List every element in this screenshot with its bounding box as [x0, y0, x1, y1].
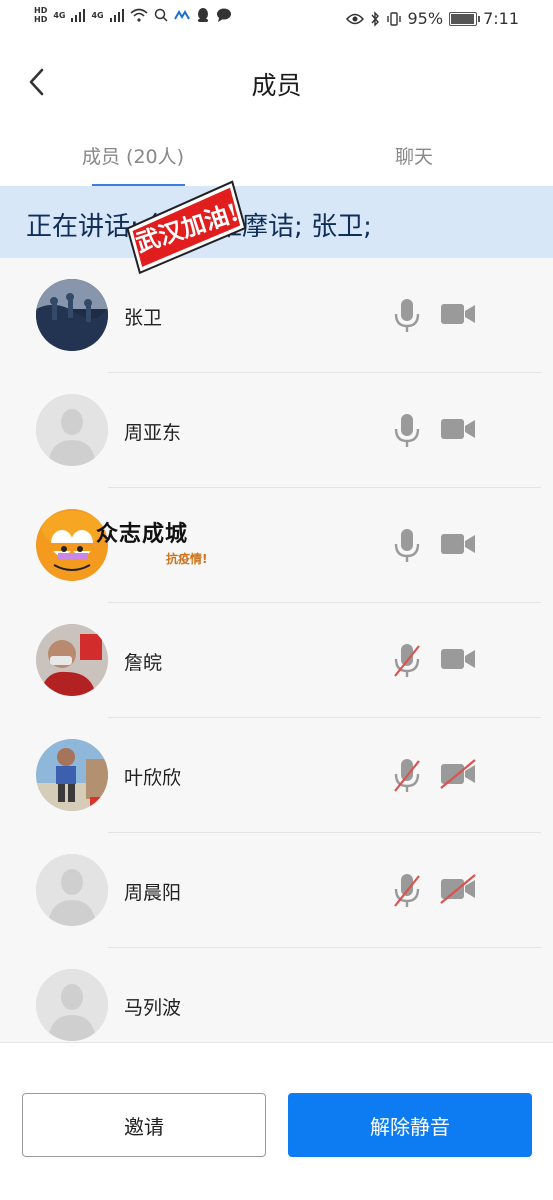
status-left: HD HD 4G 4G — [34, 6, 232, 24]
tab-members[interactable]: 成员 (20人) — [82, 142, 184, 169]
invite-button[interactable]: 邀请 — [22, 1093, 266, 1157]
microphone-icon[interactable] — [393, 528, 421, 564]
avatar — [36, 279, 108, 351]
overlay-slogan: 众志成城 — [96, 521, 189, 547]
avatar — [36, 854, 108, 926]
member-name: 周亚东 — [124, 422, 182, 444]
camera-off-icon[interactable] — [440, 759, 476, 789]
microphone-icon[interactable] — [393, 298, 421, 334]
battery-percent: 95% — [407, 9, 444, 28]
hd-indicator: HD HD — [34, 6, 48, 24]
unmute-button[interactable]: 解除静音 — [288, 1093, 532, 1157]
overlay-subslogan: 抗疫情! — [166, 552, 208, 566]
camera-icon[interactable] — [440, 644, 476, 674]
member-name: 叶欣欣 — [124, 767, 182, 789]
status-right: 95% 7:11 — [345, 9, 519, 28]
member-name: 马列波 — [124, 997, 182, 1019]
default-avatar-icon — [36, 394, 108, 466]
microphone-muted-icon[interactable] — [393, 758, 421, 794]
tab-bar: 成员 (20人) 聊天 — [0, 124, 553, 188]
camera-off-icon[interactable] — [440, 874, 476, 904]
avatar — [36, 394, 108, 466]
signal-icon-2 — [109, 8, 124, 22]
search-icon — [154, 8, 168, 22]
member-row[interactable]: 叶欣欣 — [0, 718, 553, 833]
page-title: 成员 — [251, 71, 302, 100]
status-bar: HD HD 4G 4G 95% 7:11 — [0, 0, 553, 40]
nav-bar: 成员 — [0, 40, 553, 124]
camera-icon[interactable] — [440, 299, 476, 329]
network-4g-label-1: 4G — [53, 10, 66, 20]
app-notification-icon — [173, 10, 190, 20]
tab-chat[interactable]: 聊天 — [395, 142, 433, 169]
bluetooth-icon — [370, 10, 379, 27]
member-name: 张卫 — [124, 307, 163, 329]
member-row[interactable]: 詹皖 — [0, 603, 553, 718]
signal-icon — [71, 8, 86, 22]
avatar-photo-icon — [36, 279, 108, 351]
member-row[interactable]: 周晨阳 — [0, 833, 553, 948]
avatar — [36, 969, 108, 1041]
member-list[interactable]: 张卫 周亚东 众志成城 抗疫情! 詹皖 叶欣欣 周晨阳 马列波 — [0, 258, 553, 1042]
default-avatar-icon — [36, 854, 108, 926]
default-avatar-icon — [36, 969, 108, 1041]
battery-icon — [449, 11, 481, 26]
member-row[interactable]: 周亚东 — [0, 373, 553, 488]
member-row[interactable]: 张卫 — [0, 258, 553, 373]
avatar-photo-icon — [36, 739, 108, 811]
clock: 7:11 — [483, 9, 519, 28]
bottom-bar: 邀请 解除静音 — [0, 1042, 553, 1200]
microphone-icon[interactable] — [393, 413, 421, 449]
camera-icon[interactable] — [440, 414, 476, 444]
camera-icon[interactable] — [440, 529, 476, 559]
speaking-banner: 正在讲话: 詹皖; 维摩诘; 张卫; — [0, 186, 553, 258]
wifi-icon — [130, 8, 148, 22]
avatar — [36, 624, 108, 696]
member-row[interactable]: 众志成城 抗疫情! — [0, 488, 553, 603]
member-name: 詹皖 — [124, 652, 163, 674]
avatar-photo-icon — [36, 624, 108, 696]
member-row[interactable]: 马列波 — [0, 948, 553, 1042]
network-4g-label-2: 4G — [91, 10, 104, 20]
avatar — [36, 739, 108, 811]
eye-comfort-icon — [345, 13, 364, 24]
qq-icon — [197, 8, 208, 22]
member-name: 周晨阳 — [124, 882, 182, 904]
microphone-muted-icon[interactable] — [393, 873, 421, 909]
message-icon — [216, 8, 231, 22]
microphone-muted-icon[interactable] — [393, 643, 421, 679]
vibrate-icon — [386, 11, 401, 26]
